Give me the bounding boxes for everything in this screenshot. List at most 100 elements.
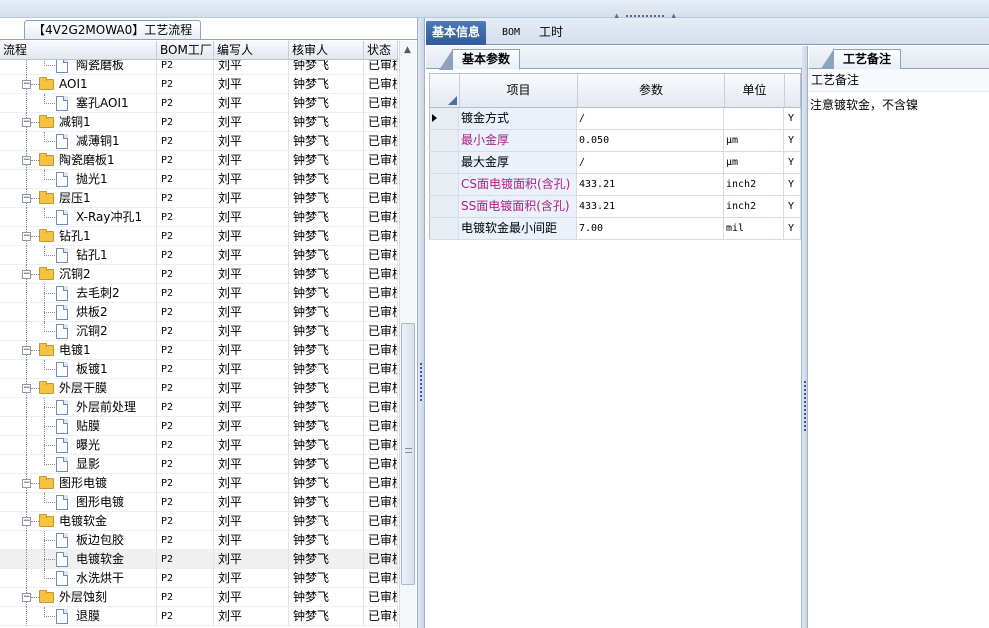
tree-node-label[interactable]: 沉铜2 xyxy=(76,322,108,341)
col-header-param[interactable]: 参数 xyxy=(578,74,725,107)
table-row[interactable]: 贴膜 P2刘平钟梦飞已审核 xyxy=(0,417,398,436)
table-row[interactable]: 水洗烘干 P2刘平钟梦飞已审核 xyxy=(0,569,398,588)
table-row[interactable]: 退膜 P2刘平钟梦飞已审核 xyxy=(0,607,398,626)
col-header-bom[interactable]: BOM工厂 xyxy=(157,41,214,60)
table-row[interactable]: − 外层蚀刻 P2刘平钟梦飞已审核 xyxy=(0,588,398,607)
table-row[interactable]: 钻孔1 P2刘平钟梦飞已审核 xyxy=(0,246,398,265)
table-row[interactable]: 显影 P2刘平钟梦飞已审核 xyxy=(0,455,398,474)
param-row[interactable]: SS面电镀面积(含孔) 433.21 inch2 Y xyxy=(429,196,801,218)
tree-node-label[interactable]: 电镀1 xyxy=(59,341,91,360)
row-selector-header[interactable] xyxy=(430,74,460,107)
panel-splitter[interactable] xyxy=(418,18,425,628)
param-row[interactable]: CS面电镀面积(含孔) 433.21 inch2 Y xyxy=(429,174,801,196)
tree-node-label[interactable]: 水洗烘干 xyxy=(76,569,124,588)
col-header-author[interactable]: 编写人 xyxy=(214,41,289,60)
collapse-toggle-icon[interactable]: − xyxy=(22,232,31,241)
tree-node-label[interactable]: 曝光 xyxy=(76,436,100,455)
tab-work-hours[interactable]: 工时 xyxy=(533,21,569,45)
tree-node-label[interactable]: 显影 xyxy=(76,455,100,474)
param-flag[interactable]: Y xyxy=(784,130,801,151)
collapse-toggle-icon[interactable]: − xyxy=(22,384,31,393)
tree-node-label[interactable]: 减铜1 xyxy=(59,113,91,132)
row-selector[interactable] xyxy=(429,152,459,173)
tree-node-label[interactable]: 板边包胶 xyxy=(76,531,124,550)
table-row[interactable]: 陶瓷磨板 P2刘平钟梦飞已审核 xyxy=(0,60,398,75)
tree-node-label[interactable]: 板镀1 xyxy=(76,360,108,379)
collapse-toggle-icon[interactable]: − xyxy=(22,346,31,355)
tree-node-label[interactable]: 抛光1 xyxy=(76,170,108,189)
tree-node-label[interactable]: 外层干膜 xyxy=(59,379,107,398)
table-row[interactable]: 板镀1 P2刘平钟梦飞已审核 xyxy=(0,360,398,379)
tree-node-label[interactable]: 塞孔AOI1 xyxy=(76,94,129,113)
tree-node-label[interactable]: X-Ray冲孔1 xyxy=(76,208,142,227)
row-selector[interactable] xyxy=(429,108,459,129)
table-row[interactable]: 塞孔AOI1 P2刘平钟梦飞已审核 xyxy=(0,94,398,113)
table-row[interactable]: 电镀软金 P2刘平钟梦飞已审核 xyxy=(0,550,398,569)
table-row[interactable]: 抛光1 P2刘平钟梦飞已审核 xyxy=(0,170,398,189)
scroll-up-icon[interactable]: ▲ xyxy=(404,45,411,55)
tree-node-label[interactable]: 去毛刺2 xyxy=(76,284,120,303)
scroll-thumb[interactable] xyxy=(401,323,415,585)
tree-node-label[interactable]: 减薄铜1 xyxy=(76,132,120,151)
tab-bom[interactable]: BOM xyxy=(496,21,526,45)
table-row[interactable]: 曝光 P2刘平钟梦飞已审核 xyxy=(0,436,398,455)
table-row[interactable]: − 层压1 P2刘平钟梦飞已审核 xyxy=(0,189,398,208)
tree-node-label[interactable]: AOI1 xyxy=(59,75,88,94)
tree-node-label[interactable]: 层压1 xyxy=(59,189,91,208)
tab-process-notes[interactable]: 工艺备注 xyxy=(819,49,902,70)
param-value[interactable]: 433.21 xyxy=(577,196,724,217)
tree-node-label[interactable]: 陶瓷磨板 xyxy=(76,60,124,75)
table-row[interactable]: − 钻孔1 P2刘平钟梦飞已审核 xyxy=(0,227,398,246)
row-selector[interactable] xyxy=(429,196,459,217)
tree-node-label[interactable]: 外层前处理 xyxy=(76,398,136,417)
table-row[interactable]: − 电镀软金 P2刘平钟梦飞已审核 xyxy=(0,512,398,531)
table-row[interactable]: 外层前处理 P2刘平钟梦飞已审核 xyxy=(0,398,398,417)
param-row[interactable]: 最大金厚 / μm Y xyxy=(429,152,801,174)
param-flag[interactable]: Y xyxy=(784,152,801,173)
tree-node-label[interactable]: 钻孔1 xyxy=(59,227,91,246)
collapse-toggle-icon[interactable]: − xyxy=(22,194,31,203)
param-row[interactable]: 最小金厚 0.050 μm Y xyxy=(429,130,801,152)
param-row[interactable]: 电镀软金最小间距 7.00 mil Y xyxy=(429,218,801,240)
table-row[interactable]: − 图形电镀 P2刘平钟梦飞已审核 xyxy=(0,474,398,493)
table-row[interactable]: − AOI1 P2刘平钟梦飞已审核 xyxy=(0,75,398,94)
param-value[interactable]: / xyxy=(577,152,724,173)
table-row[interactable]: 板边包胶 P2刘平钟梦飞已审核 xyxy=(0,531,398,550)
collapse-toggle-icon[interactable]: − xyxy=(22,517,31,526)
tree-node-label[interactable]: 退膜 xyxy=(76,607,100,626)
col-header-flow[interactable]: 流程 xyxy=(0,41,157,60)
collapse-toggle-icon[interactable]: − xyxy=(22,156,31,165)
col-header-status[interactable]: 状态 xyxy=(364,41,398,60)
table-row[interactable]: X-Ray冲孔1 P2刘平钟梦飞已审核 xyxy=(0,208,398,227)
row-selector[interactable] xyxy=(429,218,459,239)
param-row[interactable]: 镀金方式 / Y xyxy=(429,108,801,130)
tree-node-label[interactable]: 电镀软金 xyxy=(76,550,124,569)
notes-splitter[interactable] xyxy=(802,46,808,628)
collapse-toggle-icon[interactable]: − xyxy=(22,593,31,602)
process-flow-tab[interactable]: 【4V2G2MOWA0】工艺流程 xyxy=(24,20,202,40)
notes-text[interactable]: 注意镀软金，不含镍 xyxy=(809,96,989,113)
table-row[interactable]: − 陶瓷磨板1 P2刘平钟梦飞已审核 xyxy=(0,151,398,170)
row-selector[interactable] xyxy=(429,130,459,151)
tree-node-label[interactable]: 陶瓷磨板1 xyxy=(59,151,115,170)
tree-node-label[interactable]: 电镀软金 xyxy=(59,512,107,531)
tree-node-label[interactable]: 图形电镀 xyxy=(59,474,107,493)
table-row[interactable]: − 外层干膜 P2刘平钟梦飞已审核 xyxy=(0,379,398,398)
tab-basic-params[interactable]: 基本参数 xyxy=(438,49,521,70)
collapse-toggle-icon[interactable]: − xyxy=(22,118,31,127)
col-header-unit[interactable]: 单位 xyxy=(725,74,785,107)
collapse-toggle-icon[interactable]: − xyxy=(22,80,31,89)
tree-scrollbar[interactable]: ▲ xyxy=(399,41,416,628)
tree-node-label[interactable]: 图形电镀 xyxy=(76,493,124,512)
table-row[interactable]: − 减铜1 P2刘平钟梦飞已审核 xyxy=(0,113,398,132)
tree-node-label[interactable]: 烘板2 xyxy=(76,303,108,322)
tree-node-label[interactable]: 外层蚀刻 xyxy=(59,588,107,607)
param-value[interactable]: / xyxy=(577,108,724,129)
table-row[interactable]: 烘板2 P2刘平钟梦飞已审核 xyxy=(0,303,398,322)
tree-node-label[interactable]: 钻孔1 xyxy=(76,246,108,265)
param-flag[interactable]: Y xyxy=(784,218,801,239)
table-row[interactable]: − 电镀1 P2刘平钟梦飞已审核 xyxy=(0,341,398,360)
tab-basic-info[interactable]: 基本信息 xyxy=(426,21,487,45)
collapse-toggle-icon[interactable]: − xyxy=(22,479,31,488)
table-row[interactable]: 减薄铜1 P2刘平钟梦飞已审核 xyxy=(0,132,398,151)
